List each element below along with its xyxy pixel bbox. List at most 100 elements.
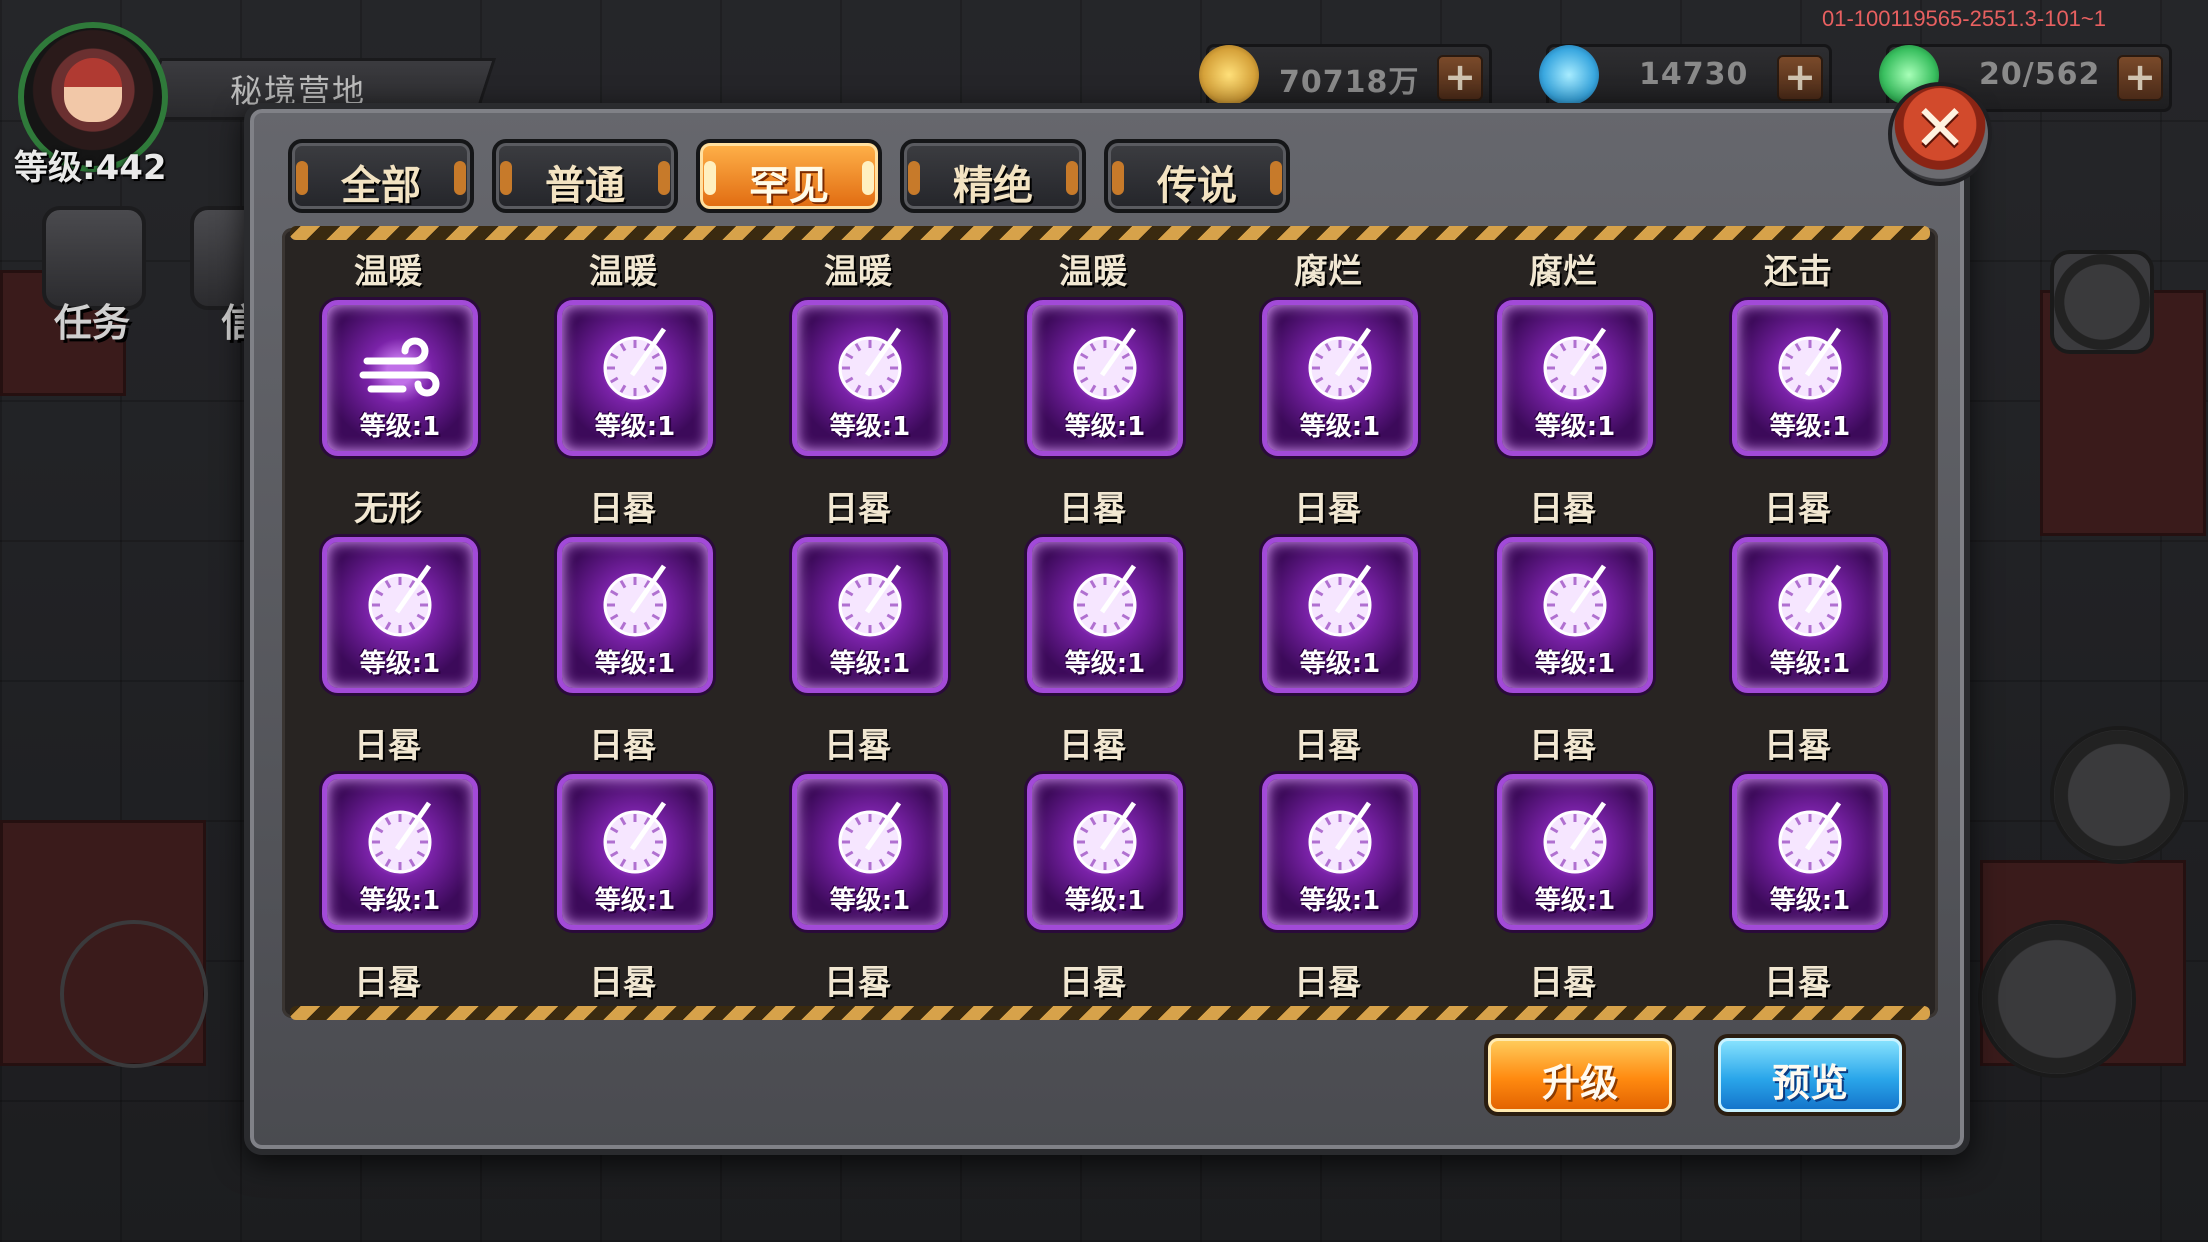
sundial-icon xyxy=(1767,323,1853,409)
sundial-icon xyxy=(1297,797,1383,883)
skill-icon-frame: 等级:1 xyxy=(792,774,948,930)
skill-icon-frame: 等级:1 xyxy=(322,537,478,693)
skill-name: 腐烂 xyxy=(1529,252,1597,292)
sundial-icon xyxy=(592,560,678,646)
skill-name: 日晷 xyxy=(1764,963,1832,1003)
skill-slot-partial[interactable]: 日晷 xyxy=(1483,955,1643,1005)
skill-slot[interactable]: 日晷 等级:1 xyxy=(543,718,713,954)
skill-level: 等级:1 xyxy=(829,412,911,442)
skill-slot[interactable]: 日晷 等级:1 xyxy=(1483,718,1653,954)
skill-icon-frame: 等级:1 xyxy=(557,774,713,930)
skill-slot[interactable]: 温暖 等级:1 xyxy=(543,244,713,480)
sundial-icon xyxy=(827,323,913,409)
skill-level: 等级:1 xyxy=(1299,886,1381,916)
tab-rare[interactable]: 罕见 xyxy=(696,139,882,213)
skill-slot[interactable]: 腐烂 等级:1 xyxy=(1248,244,1418,480)
quest-label: 任务 xyxy=(53,301,130,345)
skill-level: 等级:1 xyxy=(359,886,441,916)
add-gold-button[interactable]: + xyxy=(1437,55,1483,101)
skill-icon-frame: 等级:1 xyxy=(792,300,948,456)
skill-icon-frame: 等级:1 xyxy=(1262,774,1418,930)
skill-name: 日晷 xyxy=(1529,489,1597,529)
skill-slot[interactable]: 日晷 等级:1 xyxy=(778,481,948,717)
skill-level: 等级:1 xyxy=(1299,649,1381,679)
skill-name: 日晷 xyxy=(354,963,422,1003)
skill-slot[interactable]: 日晷 等级:1 xyxy=(1718,718,1888,954)
skill-slot[interactable]: 还击 等级:1 xyxy=(1718,244,1888,480)
skill-slot[interactable]: 腐烂 等级:1 xyxy=(1483,244,1653,480)
skill-slot[interactable]: 日晷 等级:1 xyxy=(1013,718,1183,954)
skill-name: 日晷 xyxy=(354,726,422,766)
skill-icon-frame: 等级:1 xyxy=(322,300,478,456)
skill-icon-frame: 等级:1 xyxy=(1027,774,1183,930)
skill-slot[interactable]: 温暖等级:1 xyxy=(308,244,478,480)
skill-name: 日晷 xyxy=(1294,963,1362,1003)
diamond-value: 14730 xyxy=(1639,57,1749,92)
skill-icon-frame: 等级:1 xyxy=(1497,537,1653,693)
sundial-icon xyxy=(1532,560,1618,646)
skill-name: 日晷 xyxy=(824,963,892,1003)
upgrade-label: 升级 xyxy=(1541,1061,1618,1105)
skill-level: 等级:1 xyxy=(1769,412,1851,442)
chat-bubble-button[interactable] xyxy=(2050,250,2154,354)
add-energy-button[interactable]: + xyxy=(2117,55,2163,101)
skill-slot[interactable]: 日晷 等级:1 xyxy=(1718,481,1888,717)
tab-legendary[interactable]: 传说 xyxy=(1104,139,1290,213)
tab-all[interactable]: 全部 xyxy=(288,139,474,213)
skill-slot[interactable]: 日晷 等级:1 xyxy=(543,481,713,717)
quest-button[interactable]: 任务 xyxy=(32,206,146,345)
tab-label: 罕见 xyxy=(749,163,829,209)
skill-name: 温暖 xyxy=(354,252,422,292)
skill-slot[interactable]: 日晷 等级:1 xyxy=(1013,481,1183,717)
skill-level: 等级:1 xyxy=(1534,649,1616,679)
skill-slot[interactable]: 日晷 等级:1 xyxy=(1248,718,1418,954)
tab-normal[interactable]: 普通 xyxy=(492,139,678,213)
skill-slot-partial[interactable]: 日晷 xyxy=(778,955,938,1005)
skill-level: 等级:1 xyxy=(1064,649,1146,679)
skill-icon-frame: 等级:1 xyxy=(1027,537,1183,693)
back-arrow-button[interactable] xyxy=(60,920,208,1068)
skill-level: 等级:1 xyxy=(594,886,676,916)
add-diamond-button[interactable]: + xyxy=(1777,55,1823,101)
skill-name: 无形 xyxy=(354,489,422,529)
skill-level: 等级:1 xyxy=(829,886,911,916)
preview-button[interactable]: 预览 xyxy=(1714,1034,1906,1116)
upgrade-button[interactable]: 升级 xyxy=(1484,1034,1676,1116)
tab-label: 全部 xyxy=(341,163,421,209)
skill-slot-partial[interactable]: 日晷 xyxy=(543,955,703,1005)
skill-slot[interactable]: 日晷等级:1 xyxy=(308,718,478,954)
skill-name: 日晷 xyxy=(589,963,657,1003)
skill-icon-frame: 等级:1 xyxy=(322,774,478,930)
skill-slot[interactable]: 日晷等级:1 xyxy=(1483,481,1653,717)
rank-up-button[interactable] xyxy=(1978,920,2136,1078)
close-button[interactable]: ✕ xyxy=(1888,82,1992,186)
sundial-icon xyxy=(1767,560,1853,646)
skill-name: 日晷 xyxy=(1059,963,1127,1003)
skill-slot[interactable]: 无形等级:1 xyxy=(308,481,478,717)
tab-label: 精绝 xyxy=(953,163,1033,209)
energy-value: 20/562 xyxy=(1979,57,2101,92)
skill-slot[interactable]: 日晷 等级:1 xyxy=(778,718,948,954)
skill-name: 腐烂 xyxy=(1294,252,1362,292)
menu-more-button[interactable] xyxy=(2050,726,2188,864)
skill-level: 等级:1 xyxy=(829,649,911,679)
tab-label: 普通 xyxy=(545,163,625,209)
tab-label: 传说 xyxy=(1157,163,1237,209)
skill-slot-partial[interactable]: 日晷 xyxy=(1718,955,1878,1005)
skill-slot-partial[interactable]: 日晷 xyxy=(308,955,468,1005)
skill-slot[interactable]: 温暖 等级:1 xyxy=(778,244,948,480)
skill-slot[interactable]: 日晷 等级:1 xyxy=(1248,481,1418,717)
tab-epic[interactable]: 精绝 xyxy=(900,139,1086,213)
hazard-stripe-top xyxy=(290,226,1930,240)
skill-slot[interactable]: 温暖 等级:1 xyxy=(1013,244,1183,480)
player-level: 等级:442 xyxy=(14,148,167,188)
skill-slot-partial[interactable]: 日晷 xyxy=(1013,955,1173,1005)
skill-level: 等级:1 xyxy=(1064,886,1146,916)
skill-level: 等级:1 xyxy=(1769,649,1851,679)
skill-slot-partial[interactable]: 日晷 xyxy=(1248,955,1408,1005)
skill-icon-frame: 等级:1 xyxy=(557,300,713,456)
hazard-stripe-bottom xyxy=(290,1006,1930,1020)
preview-label: 预览 xyxy=(1771,1061,1848,1105)
skill-icon-frame: 等级:1 xyxy=(1732,537,1888,693)
skill-icon-frame: 等级:1 xyxy=(792,537,948,693)
